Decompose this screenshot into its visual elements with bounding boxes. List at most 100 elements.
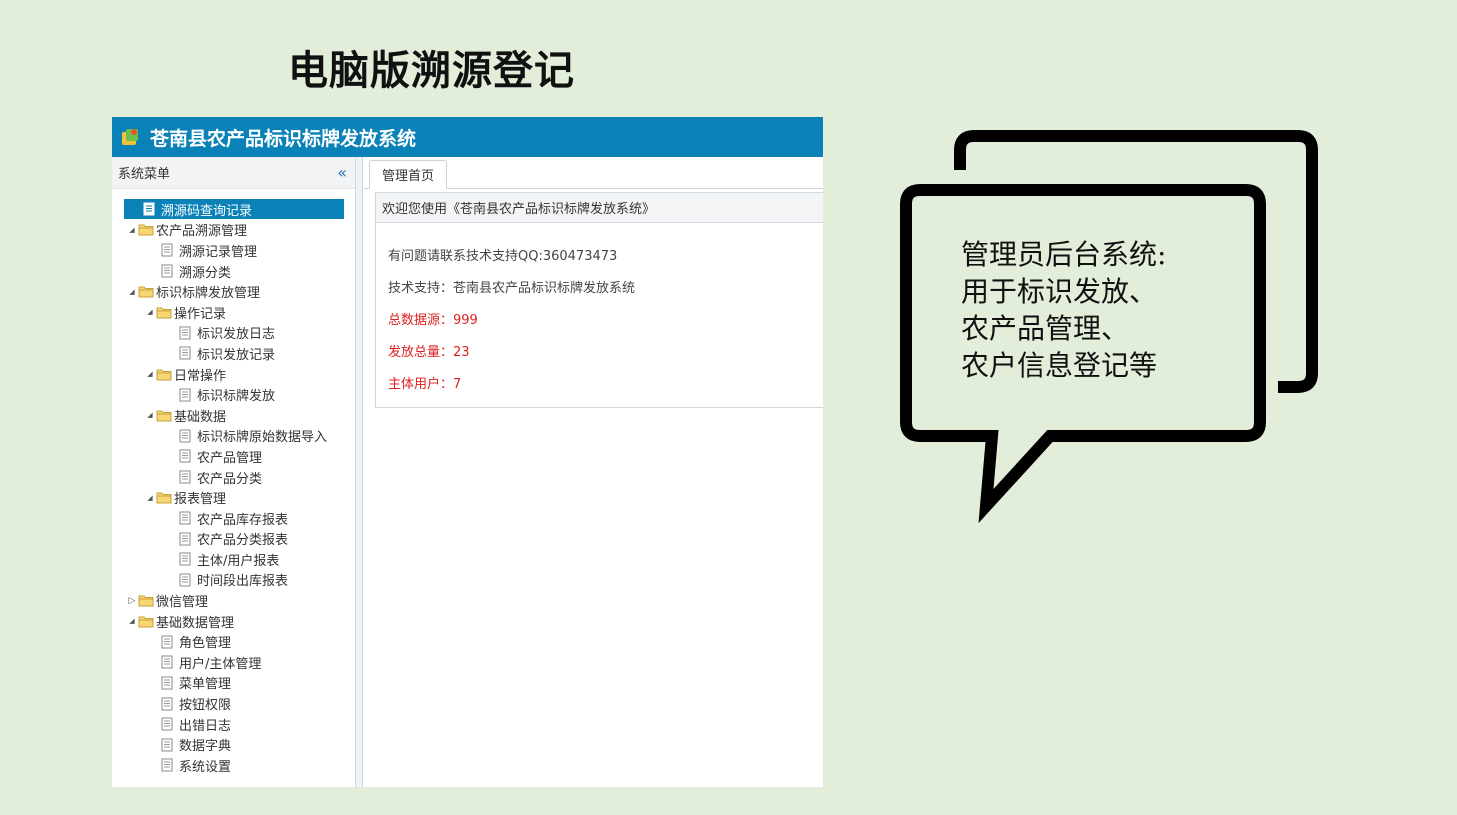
folder-icon [156,408,172,422]
document-icon [179,388,195,402]
collapse-sidebar-icon[interactable]: « [337,163,347,182]
document-icon [179,573,195,587]
sidebar-splitter[interactable] [356,157,363,787]
document-icon [161,243,177,257]
app-title: 苍南县农产品标识标牌发放系统 [150,127,417,150]
menu-item[interactable]: 溯源码查询记录 [112,199,355,220]
total-sources-stat: 总数据源：999 [388,313,478,328]
document-icon [143,202,159,216]
folder-icon [138,594,154,608]
menu-item[interactable]: 溯源分类 [112,261,355,282]
menu-item-label: 基础数据 [174,409,227,425]
menu-item[interactable]: 角色管理 [112,631,355,652]
expanded-arrow-icon[interactable]: ◢ [144,308,156,316]
menu-item-label: 标识标牌原始数据导入 [197,430,328,446]
document-icon [179,429,195,443]
menu-folder[interactable]: ◢ 报表管理 [112,487,355,508]
menu-item[interactable]: 标识发放记录 [112,343,355,364]
menu-item-label: 农产品管理 [197,450,263,466]
menu-item[interactable]: 系统设置 [112,755,355,776]
menu-folder[interactable]: ◢ 基础数据 [112,405,355,426]
app-header: 苍南县农产品标识标牌发放系统 [112,117,823,157]
menu-item[interactable]: 溯源记录管理 [112,240,355,261]
menu-folder[interactable]: ◢ 日常操作 [112,364,355,385]
menu-item[interactable]: 主体/用户报表 [112,549,355,570]
menu-folder[interactable]: ◢ 操作记录 [112,302,355,323]
menu-folder[interactable]: ◢ 农产品溯源管理 [112,220,355,241]
menu-folder[interactable]: ▷ 微信管理 [112,590,355,611]
menu-item[interactable]: 农产品分类报表 [112,529,355,550]
menu-item-label: 时间段出库报表 [197,574,289,590]
folder-icon [138,285,154,299]
document-icon [161,676,177,690]
bubble-line: 农户信息登记等 [961,349,1158,382]
menu-item-label: 农产品分类 [197,471,263,487]
sidebar-header: 系统菜单 « [112,157,355,189]
document-icon [179,470,195,484]
menu-item-label: 数据字典 [179,739,232,755]
expanded-arrow-icon[interactable]: ◢ [144,411,156,419]
expanded-arrow-icon[interactable]: ◢ [126,617,138,625]
collapsed-arrow-icon[interactable]: ▷ [126,596,138,606]
menu-folder[interactable]: ◢ 标识标牌发放管理 [112,281,355,302]
sidebar-title: 系统菜单 [118,167,171,182]
expanded-arrow-icon[interactable]: ◢ [144,370,156,378]
welcome-panel: 欢迎您使用《苍南县农产品标识标牌发放系统》 有问题请联系技术支持QQ:36047… [375,192,823,408]
menu-item-label: 操作记录 [174,306,227,322]
menu-item-label: 农产品溯源管理 [156,224,248,240]
menu-item-label: 标识标牌发放 [197,389,276,405]
document-icon [161,655,177,669]
menu-item-label: 标识标牌发放管理 [156,286,261,302]
document-icon [161,717,177,731]
menu-item-label: 溯源记录管理 [179,244,258,260]
document-icon [179,326,195,340]
document-icon [161,758,177,772]
support-contact-text: 有问题请联系技术支持QQ:360473473 [388,249,618,264]
menu-item-label: 出错日志 [179,718,232,734]
menu-item[interactable]: 标识发放日志 [112,323,355,344]
menu-tree: 溯源码查询记录 ◢ 农产品溯源管理 溯源记录管理 溯源分类 ◢ 标识标牌发放管理 ◢ 操作记录标… [112,189,355,776]
menu-item[interactable]: 农产品库存报表 [112,508,355,529]
menu-item-label: 菜单管理 [179,677,232,693]
folder-icon [138,223,154,237]
menu-item-label: 按钮权限 [179,698,232,714]
menu-item-label: 角色管理 [179,636,232,652]
tab-home[interactable]: 管理首页 [369,160,448,189]
sidebar: 系统菜单 « 溯源码查询记录 ◢ 农产品溯源管理 溯源记录管理 溯源分类 ◢ 标识标牌发放管… [112,157,356,787]
menu-item[interactable]: 出错日志 [112,714,355,735]
menu-item-label: 用户/主体管理 [179,656,262,672]
document-icon [161,738,177,752]
expanded-arrow-icon[interactable]: ◢ [126,226,138,234]
menu-item-label: 主体/用户报表 [197,553,280,569]
menu-item[interactable]: 标识标牌发放 [112,384,355,405]
bubble-text: 管理员后台系统: 用于标识发放、 农产品管理、 农户信息登记等 [961,236,1166,384]
folder-icon [156,367,172,381]
folder-icon [138,614,154,628]
app-window: 苍南县农产品标识标牌发放系统 系统菜单 « 溯源码查询记录 ◢ 农产品溯源管理溯源记… [112,117,823,787]
menu-item-label: 标识发放日志 [197,327,276,343]
menu-item[interactable]: 农产品分类 [112,467,355,488]
app-logo-icon [120,126,142,148]
expanded-arrow-icon[interactable]: ◢ [144,494,156,502]
bubble-line: 用于标识发放、 [961,275,1158,308]
main-area: 管理首页 欢迎您使用《苍南县农产品标识标牌发放系统》 有问题请联系技术支持QQ:… [364,157,823,787]
menu-item-label: 报表管理 [174,492,227,508]
menu-item[interactable]: 时间段出库报表 [112,570,355,591]
menu-item[interactable]: 数据字典 [112,734,355,755]
menu-item-label: 标识发放记录 [197,347,276,363]
folder-icon [156,305,172,319]
menu-item-label: 微信管理 [156,595,209,611]
menu-item-label: 系统设置 [179,759,232,775]
menu-item[interactable]: 用户/主体管理 [112,652,355,673]
menu-item-label: 溯源码查询记录 [161,203,253,219]
menu-item[interactable]: 按钮权限 [112,693,355,714]
expanded-arrow-icon[interactable]: ◢ [126,288,138,296]
menu-item-label: 日常操作 [174,368,227,384]
slide-title: 电脑版溯源登记 [288,47,575,94]
bubble-line: 农产品管理、 [961,312,1130,345]
menu-item[interactable]: 农产品管理 [112,446,355,467]
menu-folder[interactable]: ◢ 基础数据管理 [112,611,355,632]
menu-item[interactable]: 标识标牌原始数据导入 [112,426,355,447]
menu-item-label: 农产品分类报表 [197,533,289,549]
menu-item[interactable]: 菜单管理 [112,673,355,694]
